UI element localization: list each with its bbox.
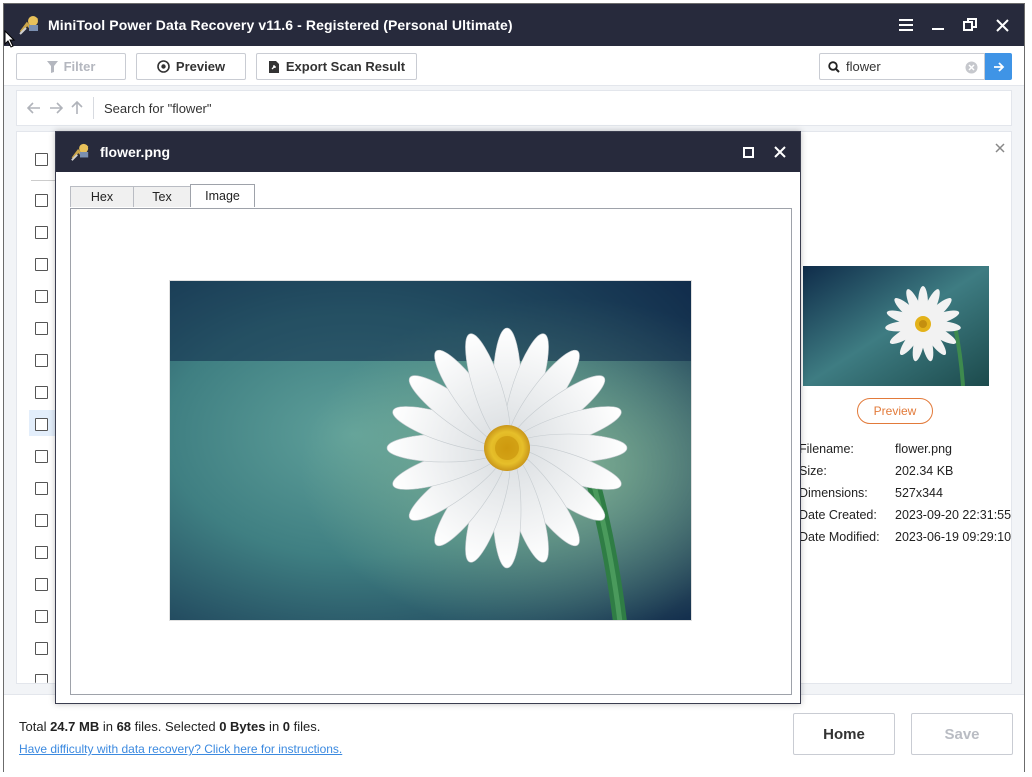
up-button[interactable] [71, 101, 83, 115]
row-checkbox[interactable] [35, 354, 48, 367]
export-label: Export Scan Result [285, 59, 406, 74]
search-icon [828, 60, 840, 73]
search-go-button[interactable] [985, 53, 1012, 80]
row-checkbox[interactable] [35, 450, 48, 463]
nav-separator [93, 97, 94, 119]
row-checkbox[interactable] [35, 386, 48, 399]
scan-summary: Total 24.7 MB in 68 files. Selected 0 By… [19, 719, 321, 734]
back-button[interactable] [27, 102, 41, 114]
minimize-button[interactable] [922, 9, 954, 41]
navigation-bar: Search for "flower" [16, 90, 1012, 126]
row-checkbox[interactable] [35, 546, 48, 559]
row-checkbox[interactable] [35, 290, 48, 303]
row-checkbox[interactable] [35, 258, 48, 271]
tab-text[interactable]: Tex [133, 186, 191, 207]
close-icon [995, 143, 1005, 153]
header-divider [31, 180, 55, 181]
menu-button[interactable] [890, 9, 922, 41]
funnel-icon [46, 60, 58, 73]
preview-dialog: flower.png Hex Tex Image [55, 131, 801, 704]
preview-image [169, 280, 692, 621]
row-checkbox[interactable] [35, 226, 48, 239]
minimize-icon [932, 28, 944, 30]
window-controls [890, 4, 1018, 46]
preview-button[interactable]: Preview [857, 398, 933, 424]
dialog-controls [732, 136, 796, 168]
footer: Total 24.7 MB in 68 files. Selected 0 By… [4, 694, 1024, 773]
row-checkbox[interactable] [35, 578, 48, 591]
main-window: MiniTool Power Data Recovery v11.6 - Reg… [3, 3, 1025, 773]
tab-hex[interactable]: Hex [70, 186, 134, 207]
row-checkbox[interactable] [35, 514, 48, 527]
dialog-close-button[interactable] [764, 136, 796, 168]
preview-tabs: Hex Tex Image [70, 184, 255, 207]
filter-button[interactable]: Filter [16, 53, 126, 80]
close-icon [995, 18, 1009, 32]
help-link[interactable]: Have difficulty with data recovery? Clic… [19, 742, 342, 756]
export-scan-result-button[interactable]: Export Scan Result [256, 53, 417, 80]
app-title: MiniTool Power Data Recovery v11.6 - Reg… [48, 17, 513, 33]
eye-icon [157, 60, 170, 73]
mouse-cursor-icon [4, 30, 16, 48]
tab-image[interactable]: Image [190, 184, 255, 207]
app-logo-icon [71, 143, 89, 161]
search-box [819, 53, 985, 80]
arrow-right-icon [993, 61, 1004, 72]
app-logo-icon [19, 16, 39, 35]
preview-toolbar-button[interactable]: Preview [136, 53, 246, 80]
toolbar: Filter Preview Export Scan Result [4, 46, 1024, 86]
arrow-right-icon [50, 102, 63, 114]
row-checkbox[interactable] [35, 642, 48, 655]
preview-toolbar-label: Preview [175, 59, 226, 74]
image-tab-content [70, 208, 792, 695]
save-button[interactable]: Save [911, 713, 1013, 755]
row-checkbox[interactable] [35, 674, 48, 683]
row-checkbox[interactable] [35, 610, 48, 623]
close-icon [774, 146, 786, 158]
hamburger-icon [899, 19, 913, 31]
thumbnail-preview-image [803, 266, 989, 386]
row-checkbox[interactable] [35, 322, 48, 335]
dialog-maximize-button[interactable] [732, 136, 764, 168]
details-panel-close-button[interactable] [992, 140, 1008, 156]
close-button[interactable] [986, 9, 1018, 41]
row-checkbox[interactable] [35, 194, 48, 207]
restore-icon [963, 18, 977, 31]
title-bar: MiniTool Power Data Recovery v11.6 - Reg… [4, 4, 1024, 46]
clear-search-icon[interactable] [965, 61, 978, 74]
export-icon [268, 60, 279, 73]
arrow-left-icon [27, 102, 40, 114]
nav-arrows [17, 101, 91, 115]
row-checkbox[interactable] [35, 418, 48, 431]
forward-button[interactable] [49, 102, 63, 114]
current-path: Search for "flower" [104, 100, 212, 116]
row-checkbox[interactable] [35, 482, 48, 495]
dialog-title-bar: flower.png [56, 132, 800, 172]
restore-button[interactable] [954, 9, 986, 41]
select-all-checkbox[interactable] [35, 153, 48, 166]
maximize-icon [742, 146, 754, 158]
search-input[interactable] [846, 59, 956, 74]
dialog-file-name: flower.png [100, 144, 170, 160]
arrow-up-icon [71, 101, 83, 114]
home-button[interactable]: Home [793, 713, 895, 755]
filter-label: Filter [63, 59, 96, 74]
